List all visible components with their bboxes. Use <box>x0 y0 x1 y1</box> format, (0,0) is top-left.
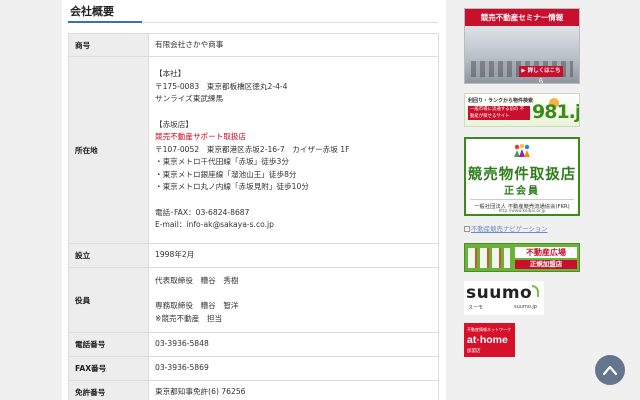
broken-image-icon <box>464 226 470 232</box>
981jp-banner[interactable]: 利回り・ランクから物件検索 一般市場に流通する前の 不動産が探せるサイト 981… <box>464 93 580 127</box>
suumo-kana: スーモ <box>468 305 484 311</box>
houses-illustration-icon <box>468 248 510 268</box>
981jp-tagline: 利回り・ランクから物件検索 <box>468 98 534 104</box>
title-accent-bar <box>68 21 142 23</box>
officer-line: 専務取締役 糟谷 智洋 <box>155 301 239 310</box>
table-row-name: 商号 有限会社さかや商事 <box>68 33 439 57</box>
address-line: 〒107-0052 東京都港区赤坂2-16-7 カイザー赤坂 1F <box>155 144 350 154</box>
officer-gap <box>155 287 432 300</box>
hiroba-title: 不動産広場 <box>515 247 577 258</box>
suumo-logo: suumo <box>466 283 533 303</box>
table-row-license: 免許番号 東京都知事免許(6) 76256 <box>68 380 439 400</box>
seminar-banner[interactable]: 競売不動産セミナー情報 ▶ 詳しくはこちら <box>464 8 580 84</box>
row-label-name: 商号 <box>68 33 149 57</box>
suumo-banner[interactable]: suumo スーモ suumo.jp <box>464 281 544 315</box>
athome-logo: at·home <box>467 334 508 346</box>
badge-title: 競売物件取扱店 <box>467 167 577 183</box>
address-line: 【本社】 <box>155 69 186 79</box>
suumo-url: suumo.jp <box>514 304 537 310</box>
address-line: 電話･FAX：03-6824-8687 <box>155 207 250 217</box>
row-value-phone: 03-3936-5848 <box>148 332 439 357</box>
row-label-phone: 電話番号 <box>68 332 149 357</box>
row-label-fax: FAX番号 <box>68 356 149 381</box>
fudosan-hiroba-banner[interactable]: 不動産広場 正規加盟店 <box>464 243 580 272</box>
address-line: 【赤坂店】 <box>155 119 193 129</box>
address-line: ・東京メトロ銀座線「溜池山王」徒歩8分 <box>155 169 297 179</box>
people-icon <box>514 143 530 157</box>
table-row-address: 所在地 【本社】 〒175-0083 東京都板橋区徳丸2-4-4 サンライズ東武… <box>68 56 439 244</box>
athome-member-label: 加盟店 <box>467 349 481 354</box>
athome-network-label: 不動産情報ネットワーク <box>467 327 511 332</box>
table-row-phone: 電話番号 03-3936-5848 <box>68 332 439 357</box>
company-info-table: 商号 有限会社さかや商事 所在地 【本社】 〒175-0083 東京都板橋区徳丸… <box>68 33 439 400</box>
row-value-fax: 03-3936-5869 <box>148 356 439 381</box>
officer-line: ※競売不動産 担当 <box>155 313 223 323</box>
row-value-established: 1998年2月 <box>148 243 439 268</box>
row-label-officers: 役員 <box>68 267 149 333</box>
981jp-description: 一般市場に流通する前の 不動産が探せるサイト <box>468 106 530 120</box>
badge-subtitle: 正会員 <box>504 186 540 197</box>
seminar-details-button[interactable]: ▶ 詳しくはこちら <box>519 66 563 83</box>
officer-line: 代表取締役 糟谷 秀樹 <box>155 275 239 285</box>
hiroba-subtitle: 正規加盟店 <box>515 260 577 269</box>
seminar-banner-title: 競売不動産セミナー情報 <box>465 9 579 26</box>
row-value-officers: 代表取締役 糟谷 秀樹 専務取締役 糟谷 智洋 ※競売不動産 担当 <box>148 267 439 333</box>
badge-url: http://www.keibai.or.jp <box>498 208 546 213</box>
seminar-photo: ▶ 詳しくはこちら <box>465 26 579 83</box>
row-label-address: 所在地 <box>68 56 149 244</box>
address-gap <box>155 106 432 119</box>
broken-image-alt: 不動産競売ナビゲーション <box>471 225 548 233</box>
row-label-license: 免許番号 <box>68 380 149 400</box>
address-line: 〒175-0083 東京都板橋区徳丸2-4-4 <box>155 81 288 91</box>
chevron-up-icon <box>602 365 618 376</box>
main-content: 会社概要 商号 有限会社さかや商事 所在地 【本社】 〒175-0083 東京都… <box>62 0 446 400</box>
broken-image-link[interactable]: 不動産競売ナビゲーション <box>464 224 580 234</box>
address-gap <box>155 194 432 207</box>
athome-banner[interactable]: 不動産情報ネットワーク at·home 加盟店 <box>464 323 515 357</box>
address-line: ・東京メトロ千代田線「赤坂」徒歩3分 <box>155 157 289 167</box>
scroll-to-top-button[interactable] <box>595 355 625 385</box>
row-value-name: 有限会社さかや商事 <box>148 33 439 57</box>
section-title: 会社概要 <box>70 5 114 18</box>
auction-member-badge[interactable]: 競売物件取扱店 正会員 一般社団法人 不動産競売流通協会(FKR) http:/… <box>464 137 580 216</box>
address-line: サンライズ東武練馬 <box>155 94 224 104</box>
row-value-license: 東京都知事免許(6) 76256 <box>148 380 439 400</box>
address-email: E-mail：info-ak@sakaya-s.co.jp <box>155 220 274 230</box>
row-label-established: 設立 <box>68 243 149 268</box>
address-line: ・東京メトロ丸ノ内線「赤坂見附」徒歩10分 <box>155 182 309 192</box>
table-row-established: 設立 1998年2月 <box>68 243 439 268</box>
981jp-logo: 981.jp <box>532 101 580 123</box>
table-row-officers: 役員 代表取締役 糟谷 秀樹 専務取締役 糟谷 智洋 ※競売不動産 担当 <box>68 267 439 333</box>
row-value-address: 【本社】 〒175-0083 東京都板橋区徳丸2-4-4 サンライズ東武練馬 【… <box>148 56 439 244</box>
table-row-fax: FAX番号 03-3936-5869 <box>68 356 439 381</box>
suumo-arc-icon <box>532 285 539 297</box>
address-highlight: 競売不動産サポート取扱店 <box>155 132 247 142</box>
